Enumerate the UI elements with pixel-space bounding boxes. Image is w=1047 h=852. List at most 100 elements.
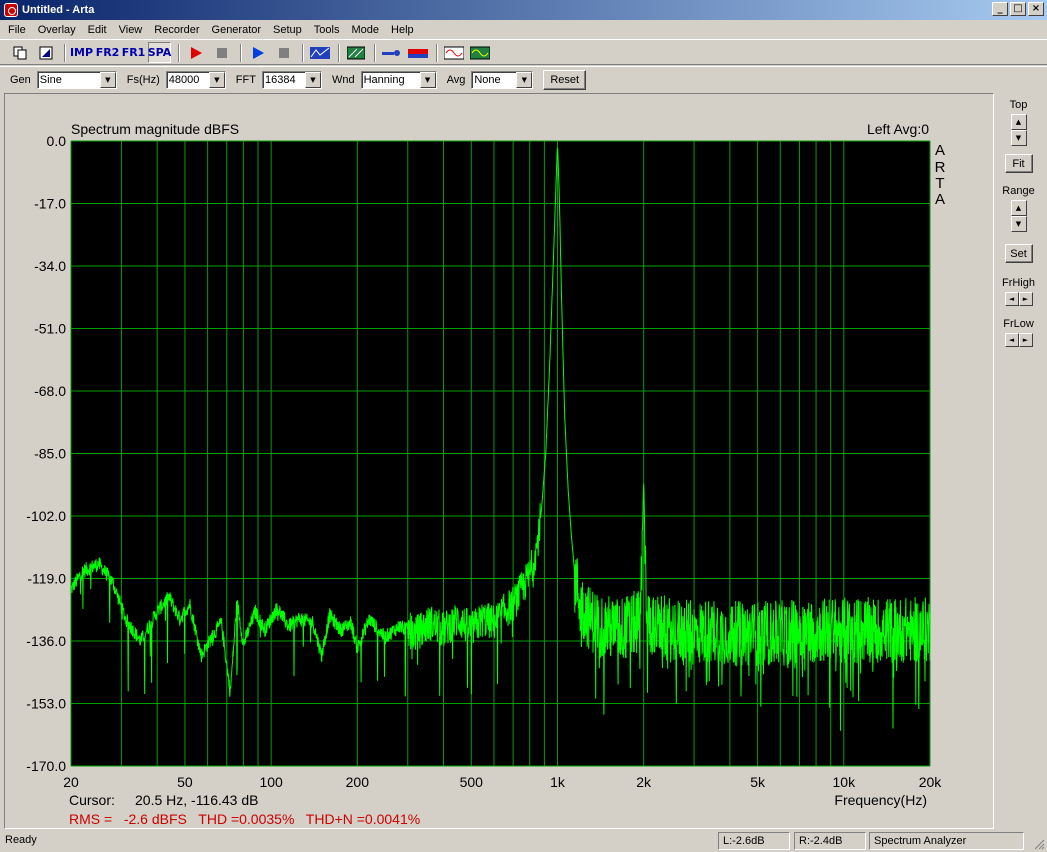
reset-button[interactable]: Reset xyxy=(543,69,587,90)
status-bar: Ready L:-2.6dB R:-2.4dB Spectrum Analyze… xyxy=(0,830,1047,852)
fs-value: 48000 xyxy=(168,73,200,86)
play-blue-icon xyxy=(252,46,264,59)
open-file-button[interactable] xyxy=(34,42,57,63)
menu-overlay[interactable]: Overlay xyxy=(32,24,82,36)
close-button[interactable]: × xyxy=(1028,2,1044,16)
generator-start-button[interactable] xyxy=(246,42,269,63)
x-tick-label: 100 xyxy=(259,774,283,790)
record-stop-button[interactable] xyxy=(210,42,233,63)
graph-settings-button[interactable] xyxy=(344,42,367,63)
status-left-level: L:-2.6dB xyxy=(718,832,790,850)
mode-spa-button[interactable]: SPA xyxy=(148,42,171,63)
window-title: Untitled - Arta xyxy=(22,4,95,16)
range-label: Range xyxy=(1002,185,1035,197)
frhigh-spinner[interactable]: ◄ ► xyxy=(1004,292,1033,306)
dropdown-arrow-icon[interactable]: ▼ xyxy=(516,71,533,88)
menu-recorder[interactable]: Recorder xyxy=(148,24,205,36)
set-button[interactable]: Set xyxy=(1004,244,1033,263)
menu-view[interactable]: View xyxy=(113,24,149,36)
fs-select[interactable]: 48000 ▼ xyxy=(165,70,226,89)
x-tick-label: 20 xyxy=(63,774,79,790)
menu-tools[interactable]: Tools xyxy=(308,24,346,36)
signal-button[interactable] xyxy=(442,42,465,63)
channel-info: Left Avg:0 xyxy=(867,121,929,137)
measurement-readout: RMS = -2.6 dBFS THD =0.0035% THD+N =0.00… xyxy=(69,811,420,827)
arta-app-icon[interactable] xyxy=(4,3,18,17)
fft-value: 16384 xyxy=(264,73,296,86)
watermark-letter: A xyxy=(935,191,945,208)
plot-title: Spectrum magnitude dBFS xyxy=(71,121,239,137)
left-arrow-icon[interactable]: ◄ xyxy=(1004,292,1019,306)
wnd-select[interactable]: Hanning ▼ xyxy=(360,70,437,89)
fit-button[interactable]: Fit xyxy=(1004,154,1033,173)
x-axis-ticks: 20 50 100 200 500 1k 2k 5k 10k 20k xyxy=(63,774,942,790)
level-button[interactable] xyxy=(406,42,429,63)
menu-setup[interactable]: Setup xyxy=(267,24,308,36)
y-tick-label: -17.0 xyxy=(34,196,66,212)
y-axis-ticks: 0.0 -17.0 -34.0 -51.0 -68.0 -85.0 -102.0 -119.0… xyxy=(26,133,66,774)
arta-watermark: A R T A xyxy=(935,142,946,208)
title-bar[interactable]: Untitled - Arta _ □ × xyxy=(0,0,1047,20)
gen-select[interactable]: Sine ▼ xyxy=(36,70,117,89)
minimize-button[interactable]: _ xyxy=(992,2,1008,16)
left-arrow-icon[interactable]: ◄ xyxy=(1004,333,1019,347)
menu-file[interactable]: File xyxy=(2,24,32,36)
graph-hatch-icon xyxy=(346,46,365,59)
y-tick-label: -102.0 xyxy=(26,508,66,524)
x-tick-label: 10k xyxy=(833,774,857,790)
mode-imp-button[interactable]: IMP xyxy=(70,42,93,63)
avg-select[interactable]: None ▼ xyxy=(471,70,534,89)
dropdown-arrow-icon[interactable]: ▼ xyxy=(99,71,116,88)
mode-fr2-button[interactable]: FR2 xyxy=(96,42,120,63)
axis-control-panel: Top ▲ ▼ Fit Range ▲ ▼ Set FrHigh ◄ ► FrL… xyxy=(995,93,1042,829)
menu-help[interactable]: Help xyxy=(385,24,420,36)
x-tick-label: 1k xyxy=(550,774,566,790)
stop-icon xyxy=(278,47,289,58)
range-spinner[interactable]: ▲ ▼ xyxy=(1010,200,1027,232)
menu-mode[interactable]: Mode xyxy=(345,24,385,36)
down-arrow-icon[interactable]: ▼ xyxy=(1010,216,1027,232)
y-tick-label: -51.0 xyxy=(34,321,66,337)
y-tick-label: -34.0 xyxy=(34,258,66,274)
watermark-letter: T xyxy=(935,175,944,192)
dropdown-arrow-icon[interactable]: ▼ xyxy=(208,71,225,88)
status-right-level: R:-2.4dB xyxy=(794,832,866,850)
x-tick-label: 500 xyxy=(460,774,484,790)
play-red-icon xyxy=(190,46,202,59)
top-spinner[interactable]: ▲ ▼ xyxy=(1010,114,1027,146)
abc-graph-icon xyxy=(309,46,330,59)
right-arrow-icon[interactable]: ► xyxy=(1018,292,1033,306)
toolbar-separator xyxy=(64,43,66,62)
cursor-label: Cursor: xyxy=(69,792,115,808)
scope-button[interactable] xyxy=(468,42,491,63)
probe-icon xyxy=(381,49,400,56)
probe-button[interactable] xyxy=(380,42,403,63)
cursor-value: 20.5 Hz, -116.43 dB xyxy=(135,792,258,808)
maximize-button[interactable]: □ xyxy=(1010,2,1026,16)
right-arrow-icon[interactable]: ► xyxy=(1018,333,1033,347)
dropdown-arrow-icon[interactable]: ▼ xyxy=(419,71,436,88)
x-tick-label: 200 xyxy=(346,774,370,790)
gen-label: Gen xyxy=(10,73,31,86)
resize-grip-icon[interactable] xyxy=(1033,838,1045,850)
down-arrow-icon[interactable]: ▼ xyxy=(1010,130,1027,146)
up-arrow-icon[interactable]: ▲ xyxy=(1010,114,1027,130)
up-arrow-icon[interactable]: ▲ xyxy=(1010,200,1027,216)
new-file-button[interactable] xyxy=(8,42,31,63)
abc-button[interactable] xyxy=(308,42,331,63)
x-tick-label: 2k xyxy=(636,774,652,790)
frlow-spinner[interactable]: ◄ ► xyxy=(1004,333,1033,347)
menu-bar: File Overlay Edit View Recorder Generato… xyxy=(0,20,1047,40)
dropdown-arrow-icon[interactable]: ▼ xyxy=(304,71,321,88)
generator-stop-button[interactable] xyxy=(272,42,295,63)
record-start-button[interactable] xyxy=(184,42,207,63)
menu-generator[interactable]: Generator xyxy=(206,24,268,36)
watermark-letter: A xyxy=(935,142,945,159)
fft-select[interactable]: 16384 ▼ xyxy=(261,70,322,89)
menu-edit[interactable]: Edit xyxy=(82,24,113,36)
mode-fr1-button[interactable]: FR1 xyxy=(122,42,146,63)
avg-value: None xyxy=(474,73,501,86)
copy-document-icon xyxy=(13,46,26,59)
spectrum-chart[interactable]: Spectrum magnitude dBFS Left Avg:0 A R T… xyxy=(5,94,993,828)
status-ready: Ready xyxy=(5,834,37,846)
